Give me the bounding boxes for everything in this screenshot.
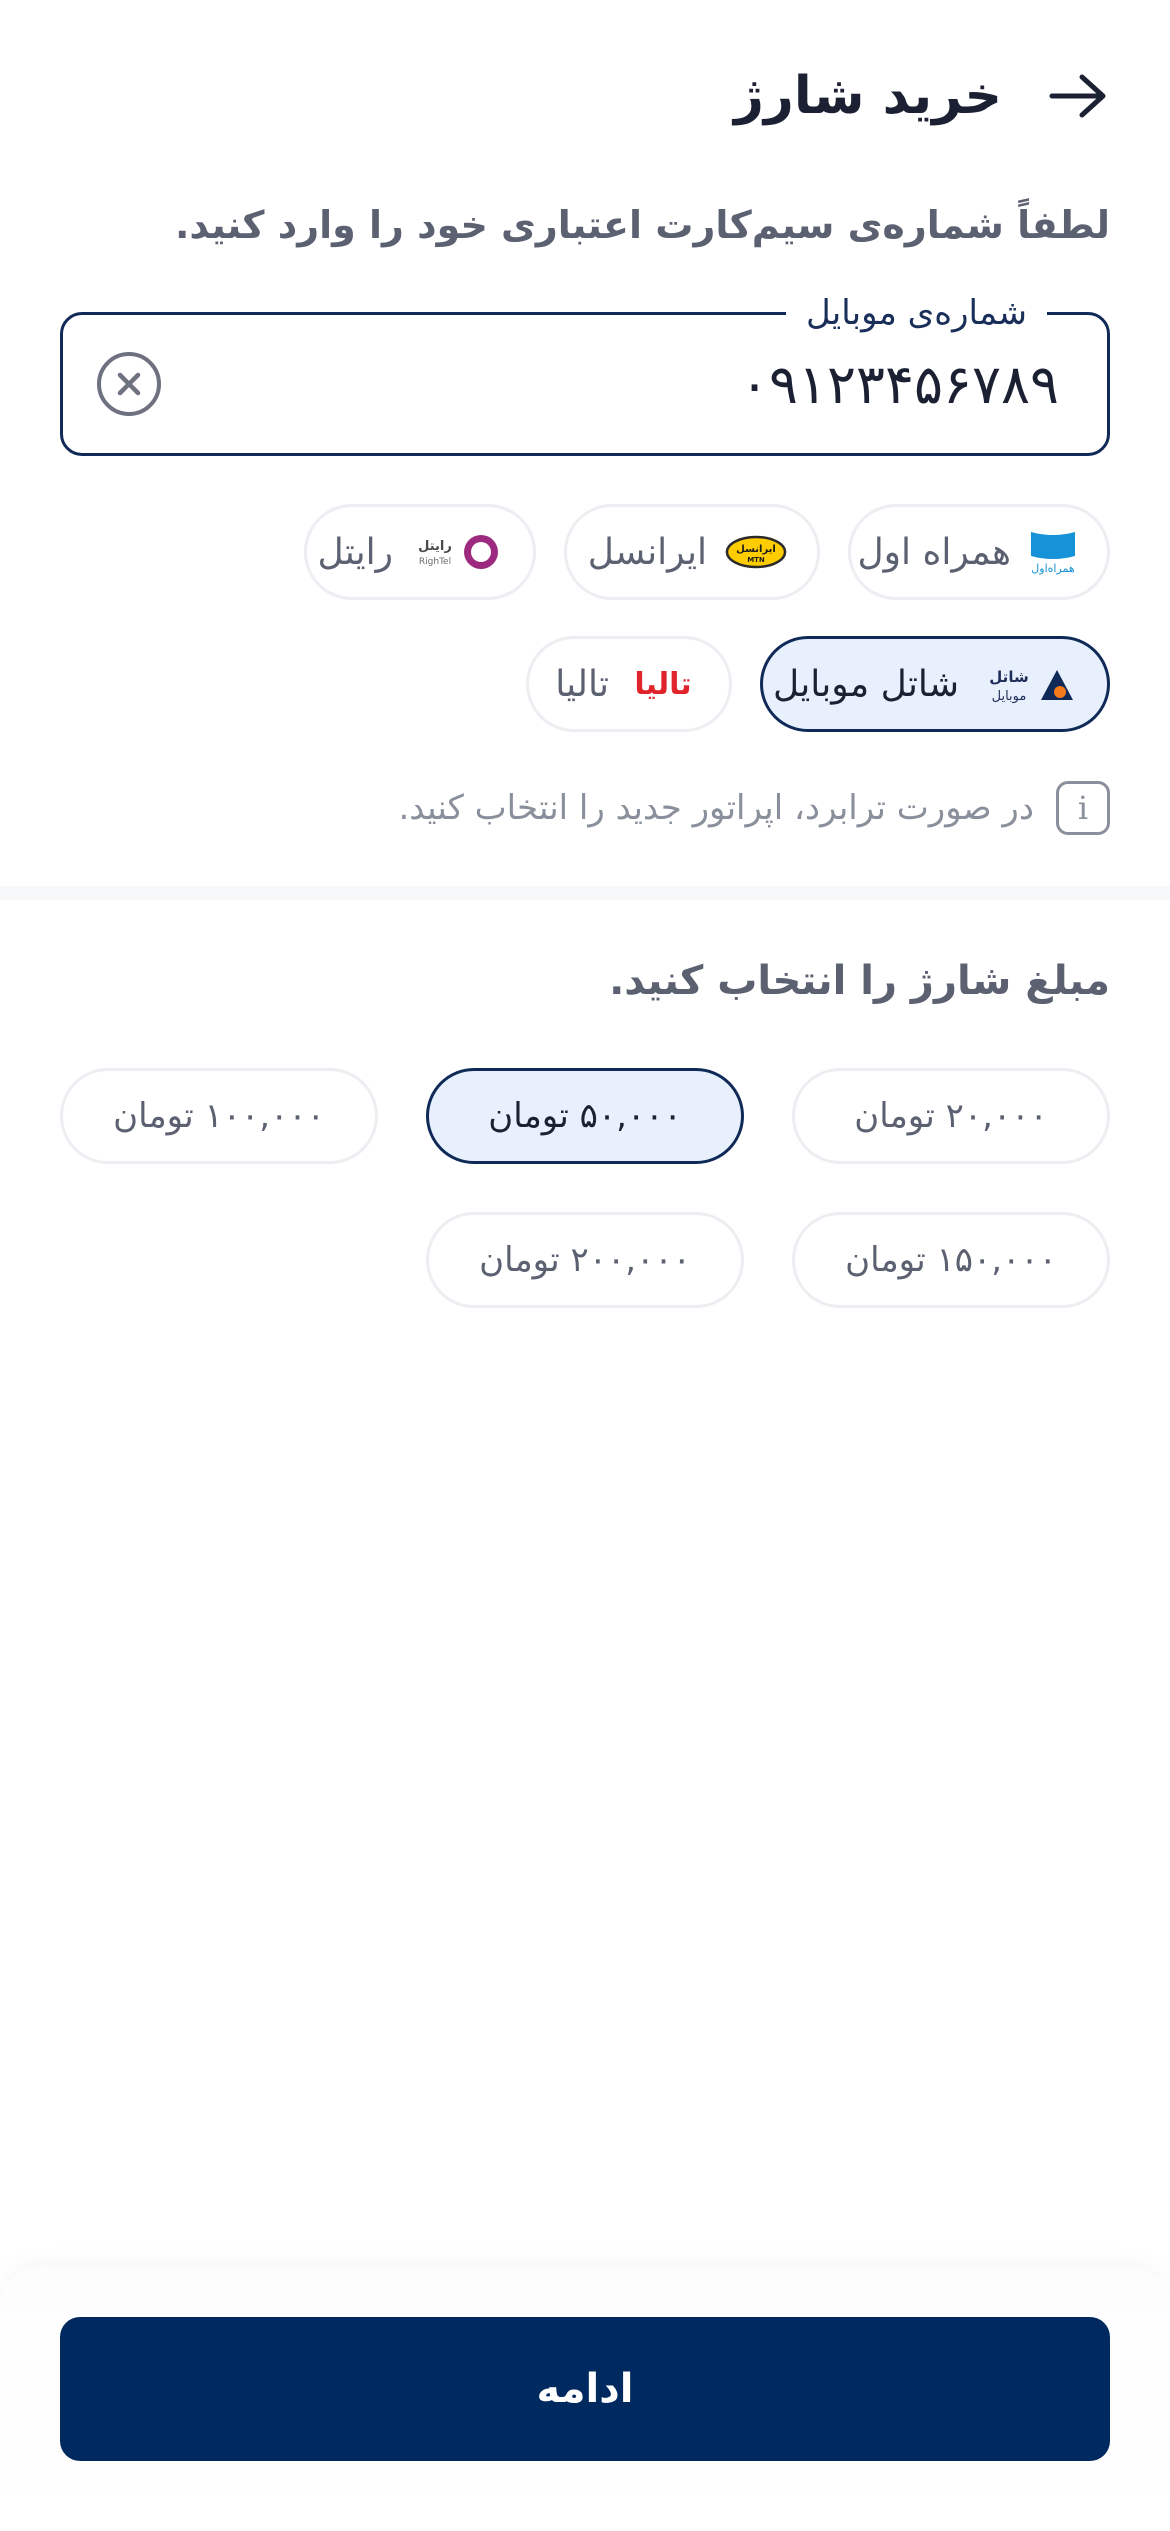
rightel-logo-text: رایتل [418, 539, 452, 554]
shatel-logo-icon: شاتل موبایل [977, 660, 1077, 708]
amount-option-50000[interactable]: ۵۰,۰۰۰ تومان [426, 1068, 744, 1164]
irancell-logo-sub: MTN [747, 556, 765, 564]
close-icon [117, 372, 141, 396]
section-divider [0, 886, 1170, 900]
operator-hamrah-aval[interactable]: همراه‌اول همراه اول [848, 504, 1110, 600]
operator-irancell[interactable]: ایرانسل MTN ایرانسل [564, 504, 820, 600]
operator-label: همراه اول [857, 531, 1011, 573]
phone-field-label: شماره‌ی موبایل [786, 283, 1047, 343]
amount-option-200000[interactable]: ۲۰۰,۰۰۰ تومان [426, 1212, 744, 1308]
clear-button[interactable] [97, 352, 161, 416]
info-icon: i [1056, 781, 1110, 835]
arrow-right-icon [1049, 74, 1106, 118]
amount-section-title: مبلغ شارژ را انتخاب کنید. [609, 958, 1110, 1004]
porting-hint: i در صورت ترابرد، اپراتور جدید را انتخاب… [398, 778, 1110, 838]
amount-option-20000[interactable]: ۲۰,۰۰۰ تومان [792, 1068, 1110, 1164]
continue-button[interactable]: ادامه [60, 2317, 1110, 2461]
rightel-logo-sub: RighTel [419, 557, 451, 567]
operator-shatel[interactable]: شاتل موبایل شاتل موبایل [760, 636, 1110, 732]
amount-option-150000[interactable]: ۱۵۰,۰۰۰ تومان [792, 1212, 1110, 1308]
hint-text: در صورت ترابرد، اپراتور جدید را انتخاب ک… [398, 788, 1034, 828]
hamrah-aval-logo-icon: همراه‌اول [1029, 528, 1077, 576]
phone-field[interactable]: شماره‌ی موبایل ۰۹۱۲۳۴۵۶۷۸۹ [60, 283, 1110, 456]
operator-label: رایتل [317, 531, 393, 573]
operator-rightel[interactable]: رایتل RighTel رایتل [304, 504, 536, 600]
rightel-logo-icon: رایتل RighTel [411, 528, 503, 576]
taliya-logo-text: تالیا [634, 667, 691, 702]
operator-label: ایرانسل [587, 531, 707, 573]
operator-label: تالیا [555, 663, 609, 705]
operator-taliya[interactable]: تالیا تالیا [526, 636, 732, 732]
amount-option-100000[interactable]: ۱۰۰,۰۰۰ تومان [60, 1068, 378, 1164]
operator-label: شاتل موبایل [772, 663, 959, 705]
back-button[interactable] [1046, 64, 1110, 128]
phone-input[interactable]: ۰۹۱۲۳۴۵۶۷۸۹ [740, 353, 1059, 417]
bottom-action-bar: ادامه [0, 2267, 1170, 2531]
irancell-logo-icon: ایرانسل MTN [725, 535, 787, 569]
shatel-logo-text: شاتل [989, 668, 1028, 686]
instruction-text: لطفاً شماره‌ی سیم‌کارت اعتباری خود را وا… [175, 203, 1110, 247]
taliya-logo-icon: تالیا [627, 662, 699, 706]
page-title: خرید شارژ [733, 66, 1002, 126]
shatel-logo-sub: موبایل [992, 689, 1027, 704]
hamrah-logo-text: همراه‌اول [1031, 562, 1075, 575]
irancell-logo-text: ایرانسل [736, 544, 776, 555]
header: خرید شارژ [0, 50, 1170, 140]
